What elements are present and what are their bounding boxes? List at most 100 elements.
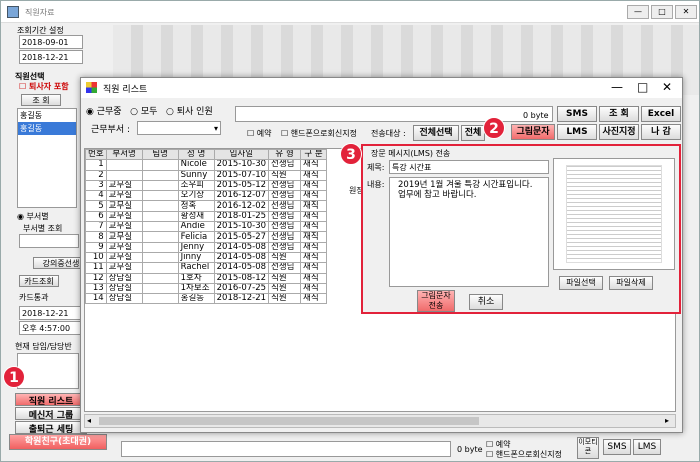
- table-cell: 재직: [300, 282, 328, 295]
- maximize-icon[interactable]: □: [651, 5, 673, 19]
- column-header[interactable]: 유 형: [268, 149, 302, 161]
- table-cell: 2: [85, 169, 107, 181]
- exit-button[interactable]: 나 감: [641, 124, 681, 140]
- cancel-button[interactable]: 취소: [469, 294, 503, 310]
- list-item-selected[interactable]: 홍길동: [18, 122, 76, 135]
- lms-title: 장문 메시지(LMS) 전송: [371, 149, 451, 158]
- table-cell: 11: [85, 262, 107, 274]
- table-row[interactable]: 12 상담실 1호차 2015-08-12 직원 재직: [85, 272, 328, 284]
- search-button[interactable]: 조 회: [599, 106, 639, 122]
- card-time-field[interactable]: 오후 4:57:00: [19, 321, 81, 335]
- lms-button[interactable]: LMS: [557, 124, 597, 140]
- table-cell: 재직: [300, 221, 328, 233]
- dialog-maximize-icon[interactable]: □: [637, 80, 648, 94]
- attendance-setting-button[interactable]: 출퇴근 세팅: [15, 421, 87, 434]
- main-titlebar: 직원자료 — □ ✕: [1, 1, 699, 23]
- message-input[interactable]: [121, 441, 451, 457]
- dialog-titlebar: 직원 리스트 — □ ✕: [81, 78, 682, 98]
- table-cell: [141, 282, 179, 295]
- scroll-right-icon[interactable]: ▸: [665, 416, 669, 425]
- table-row[interactable]: 14 상담실 홍길동 2018-12-21 직원 재직: [85, 293, 328, 305]
- column-header[interactable]: 부서명: [105, 149, 143, 161]
- staff-search-button[interactable]: 조 회: [21, 94, 61, 106]
- card-date-field[interactable]: 2018-12-21: [19, 306, 81, 320]
- table-row[interactable]: 3 교무실 소우피 2015-05-12 선생님 재직: [85, 179, 328, 192]
- deselect-button[interactable]: 전체: [461, 125, 485, 141]
- emoticon-button[interactable]: 이모티콘: [577, 437, 599, 459]
- table-header-row: 번호 부서명 팀명 성 명 입사일 유 형 구 분: [85, 149, 328, 161]
- include-retired-checkbox[interactable]: ☐ 퇴사자 포함: [19, 81, 69, 92]
- radio-retired[interactable]: ○ 퇴사 인원: [166, 107, 213, 117]
- table-cell: 2018-01-25: [213, 210, 270, 223]
- table-row[interactable]: 11 교무실 Rachel 2014-05-08 선생님 재직: [85, 262, 328, 274]
- table-cell: 2015-05-12: [213, 179, 270, 192]
- content-textarea[interactable]: 2019년 1월 겨울 특강 시간표입니다. 업무에 참고 바랍니다.: [389, 177, 549, 287]
- table-cell: 재직: [300, 272, 328, 284]
- dialog-minimize-icon[interactable]: —: [611, 80, 623, 94]
- card-search-button[interactable]: 카드조회: [19, 275, 59, 287]
- table-cell: Rachel: [177, 262, 215, 274]
- photo-setting-button[interactable]: 사진지정: [599, 124, 639, 140]
- table-row[interactable]: 9 교무실 Jenny 2014-05-08 선생님 재직: [85, 241, 328, 253]
- column-header[interactable]: 성 명: [177, 149, 215, 161]
- date-to-field[interactable]: 2018-12-21: [19, 50, 83, 64]
- invite-button[interactable]: 학원친구(초대권): [9, 434, 107, 450]
- table-cell: 6: [85, 210, 107, 223]
- select-all-button[interactable]: 전체선택: [413, 125, 459, 141]
- dialog-phone-checkbox[interactable]: ☐ 핸드폰으로회신지정: [281, 128, 357, 139]
- duty-listbox[interactable]: [17, 353, 79, 389]
- dept-select[interactable]: ▾: [137, 121, 221, 135]
- step-badge-2: 2: [483, 117, 505, 139]
- table-row[interactable]: 13 상담실 1차보조 2016-07-25 직원 재직: [85, 282, 328, 295]
- table-cell: 2015-10-30: [213, 221, 270, 233]
- include-retired-label: 퇴사자 포함: [28, 82, 69, 91]
- radio-working[interactable]: ◉ 근무중: [86, 107, 122, 117]
- table-row[interactable]: 8 교무실 Felicia 2015-05-27 선생님 재직: [85, 231, 328, 243]
- table-cell: [105, 169, 143, 181]
- sms-button[interactable]: SMS: [557, 106, 597, 122]
- scroll-thumb[interactable]: [99, 417, 479, 425]
- radio-dept[interactable]: ◉ 부서별: [17, 211, 49, 222]
- table-cell: 선생님: [268, 210, 302, 223]
- file-delete-button[interactable]: 파일삭제: [609, 276, 653, 290]
- messenger-group-button[interactable]: 메신저 그룹: [15, 407, 87, 420]
- table-cell: [141, 210, 179, 223]
- bottom-lms-button[interactable]: LMS: [633, 439, 661, 455]
- minimize-icon[interactable]: —: [627, 5, 649, 19]
- column-header[interactable]: 팀명: [141, 149, 179, 161]
- scroll-left-icon[interactable]: ◂: [87, 416, 91, 425]
- table-row[interactable]: 7 교무실 Andie 2015-10-30 선생님 재직: [85, 221, 328, 233]
- column-header[interactable]: 구 분: [300, 149, 328, 161]
- image-message-button[interactable]: 그림문자: [511, 124, 555, 140]
- horizontal-scrollbar[interactable]: ◂ ▸: [84, 414, 676, 428]
- document-thumbnail-icon: [566, 165, 662, 263]
- table-row[interactable]: 1 Nicole 2015-10-30 선생님 재직: [85, 159, 328, 171]
- subject-input[interactable]: 특강 시간표: [389, 160, 549, 174]
- file-select-button[interactable]: 파일선택: [559, 276, 603, 290]
- list-item[interactable]: 홍길동: [18, 109, 76, 122]
- table-row[interactable]: 2 Sunny 2015-07-10 직원 재직: [85, 169, 328, 181]
- table-row[interactable]: 4 교무실 오기상 2016-12-07 선생님 재직: [85, 190, 328, 202]
- staff-listbox[interactable]: 홍길동 홍길동: [17, 108, 77, 208]
- dept-search-field[interactable]: [19, 234, 79, 248]
- dialog-reserve-checkbox[interactable]: ☐ 예약: [247, 128, 271, 139]
- column-header[interactable]: 번호: [85, 149, 107, 161]
- excel-button[interactable]: Excel: [641, 106, 681, 122]
- column-header[interactable]: 입사일: [213, 149, 270, 161]
- table-cell: 12: [85, 272, 107, 284]
- dialog-close-icon[interactable]: ✕: [662, 80, 672, 94]
- close-icon[interactable]: ✕: [675, 5, 697, 19]
- table-cell: 선생님: [268, 159, 302, 171]
- send-image-message-button[interactable]: 그림문자 전송: [417, 290, 455, 312]
- table-row[interactable]: 6 교무실 황성재 2018-01-25 선생님 재직: [85, 210, 328, 223]
- dialog-message-input[interactable]: [235, 106, 553, 122]
- bottom-sms-button[interactable]: SMS: [603, 439, 631, 455]
- radio-all[interactable]: ○ 모두: [130, 107, 157, 117]
- staff-list-button[interactable]: 직원 리스트: [15, 393, 87, 406]
- table-row[interactable]: 5 교무실 정혹 2016-12-02 선생님 재직: [85, 200, 328, 212]
- date-from-field[interactable]: 2018-09-01: [19, 35, 83, 49]
- content-label: 내용:: [367, 180, 385, 189]
- table-row[interactable]: 10 교무실 Jinny 2014-05-08 직원 재직: [85, 251, 328, 264]
- bottom-phone-checkbox[interactable]: ☐ 핸드폰으로회신지정: [486, 449, 562, 460]
- table-cell: 재직: [300, 190, 328, 202]
